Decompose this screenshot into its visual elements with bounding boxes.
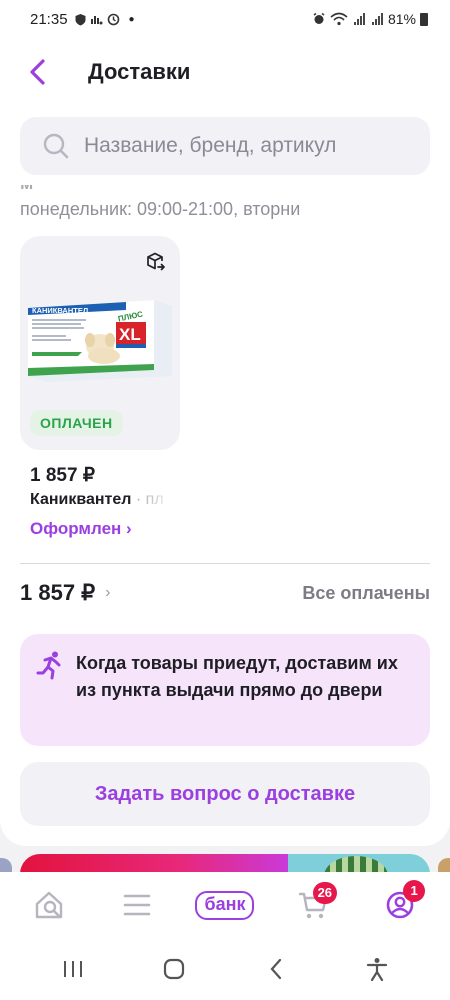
search-bar[interactable] (20, 117, 430, 175)
payment-status: Все оплачены (302, 582, 430, 603)
total-row: 1 857 ₽ › Все оплачены (20, 580, 430, 606)
back-arrow-icon (270, 958, 281, 980)
profile-badge: 1 (403, 880, 426, 902)
chevron-right-icon: › (105, 584, 111, 601)
total-button[interactable]: 1 857 ₽ › (20, 580, 111, 606)
ask-delivery-question-button[interactable]: Задать вопрос о доставке (20, 762, 430, 826)
product-name-suffix: · пл (131, 491, 164, 508)
promo-banner-secondary[interactable] (288, 854, 430, 874)
home-circle-icon (164, 958, 185, 980)
signal-icon (354, 13, 365, 25)
bank-label: банк (195, 890, 255, 920)
clock-icon (107, 13, 119, 25)
menu-icon (124, 894, 151, 916)
order-status-link[interactable]: Оформлен › (30, 519, 180, 539)
battery-percent: 81% (387, 11, 416, 27)
page-title: Доставки (88, 59, 191, 84)
tab-catalog[interactable] (107, 880, 167, 930)
back-nav-button[interactable] (246, 949, 306, 989)
search-input[interactable] (84, 134, 404, 158)
shield-icon (75, 13, 86, 25)
home-search-icon (35, 891, 62, 919)
deliveries-sheet: Доставки м понедельник: 09:00-21:00, вто… (0, 38, 450, 846)
product-card[interactable]: КАНИКВАНТЕЛ ПЛЮС XL ОПЛАЧЕН (20, 236, 180, 450)
accessibility-icon (367, 958, 388, 981)
paid-badge: ОПЛАЧЕН (30, 410, 123, 436)
battery-icon (420, 12, 428, 26)
chevron-left-icon (30, 59, 45, 85)
alarm-icon (313, 12, 325, 24)
product-price: 1 857 ₽ (30, 465, 95, 486)
running-person-icon (36, 651, 61, 680)
promo-banners[interactable] (0, 854, 450, 874)
wifi-icon (330, 12, 348, 26)
product-image-size: XL (119, 325, 141, 344)
bottom-tab-bar: банк 26 1 (0, 872, 450, 938)
status-left: 21:35 ● (30, 11, 135, 28)
wifi-signal-icon (90, 15, 103, 24)
notification-icons: ● (74, 13, 135, 26)
product-item[interactable]: КАНИКВАНТЕЛ ПЛЮС XL ОПЛАЧЕН 1 857 ₽ Кани… (20, 236, 180, 539)
cut-off-text: м (20, 185, 450, 195)
status-time: 21:35 (30, 10, 68, 28)
product-name: Каниквантел · пл (30, 491, 175, 509)
tab-home[interactable] (20, 880, 80, 930)
accessibility-button[interactable] (347, 949, 407, 989)
return-box-icon[interactable] (144, 250, 168, 274)
product-image-title: КАНИКВАНТЕЛ (32, 306, 88, 315)
delivery-info-box: Когда товары приедут, доставим их из пун… (20, 634, 430, 746)
recent-apps-button[interactable] (43, 949, 103, 989)
divider (20, 563, 430, 564)
cart-count-badge: 26 (312, 882, 338, 904)
system-nav-bar (0, 938, 450, 1000)
header: Доставки (0, 38, 450, 106)
promo-banner-main[interactable] (20, 854, 288, 874)
tab-bank[interactable]: банк (195, 880, 255, 930)
total-price: 1 857 ₽ (20, 580, 96, 605)
pickup-hours: понедельник: 09:00-21:00, вторни (20, 199, 301, 219)
recent-apps-icon (63, 961, 82, 977)
dot-icon: ● (128, 13, 135, 25)
home-button[interactable] (144, 949, 204, 989)
signal-icon (372, 13, 383, 25)
status-right: 81% (312, 11, 428, 27)
back-button[interactable] (22, 57, 52, 87)
delivery-info-text: Когда товары приедут, доставим их из пун… (76, 653, 398, 700)
tab-profile[interactable]: 1 (370, 880, 430, 930)
search-icon (43, 133, 69, 159)
product-name-text: Каниквантел (30, 491, 132, 508)
status-bar: 21:35 ● 81% (0, 0, 450, 38)
product-image: КАНИКВАНТЕЛ ПЛЮС XL (28, 300, 172, 382)
tab-cart[interactable]: 26 (283, 880, 343, 930)
